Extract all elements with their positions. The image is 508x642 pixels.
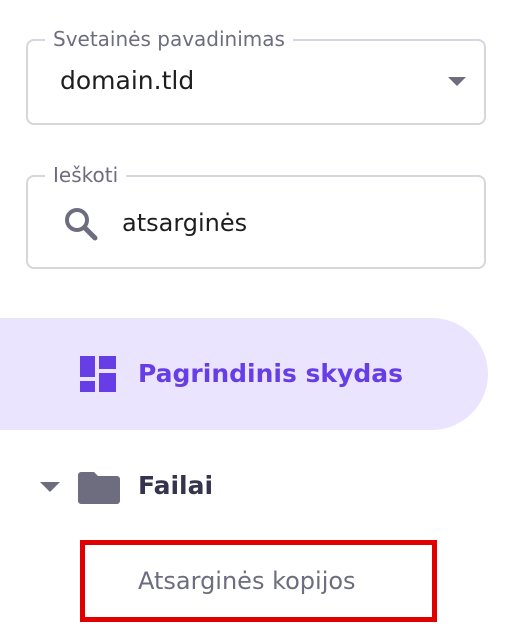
sidebar-subitem-backups[interactable]: Atsarginės kopijos	[80, 540, 437, 622]
domain-select-value: domain.tld	[60, 66, 195, 95]
sidebar-item-dashboard[interactable]: Pagrindinis skydas	[0, 318, 488, 430]
search-field-label: Ieškoti	[45, 163, 127, 187]
search-field[interactable]: Ieškoti atsarginės	[26, 163, 486, 269]
sidebar-item-label: Failai	[138, 471, 214, 500]
sidebar-item-files[interactable]: Failai	[0, 440, 488, 532]
chevron-down-icon[interactable]	[448, 77, 466, 86]
domain-select-label: Svetainės pavadinimas	[45, 27, 293, 51]
dashboard-grid-icon	[80, 356, 116, 392]
sidebar-subitem-label: Atsarginės kopijos	[138, 567, 356, 595]
caret-down-icon[interactable]	[40, 482, 60, 492]
search-input[interactable]: atsarginės	[122, 207, 247, 239]
domain-select[interactable]: Svetainės pavadinimas domain.tld	[26, 27, 486, 125]
sidebar-item-label: Pagrindinis skydas	[138, 359, 403, 388]
folder-icon	[78, 472, 120, 504]
search-icon	[65, 208, 98, 241]
